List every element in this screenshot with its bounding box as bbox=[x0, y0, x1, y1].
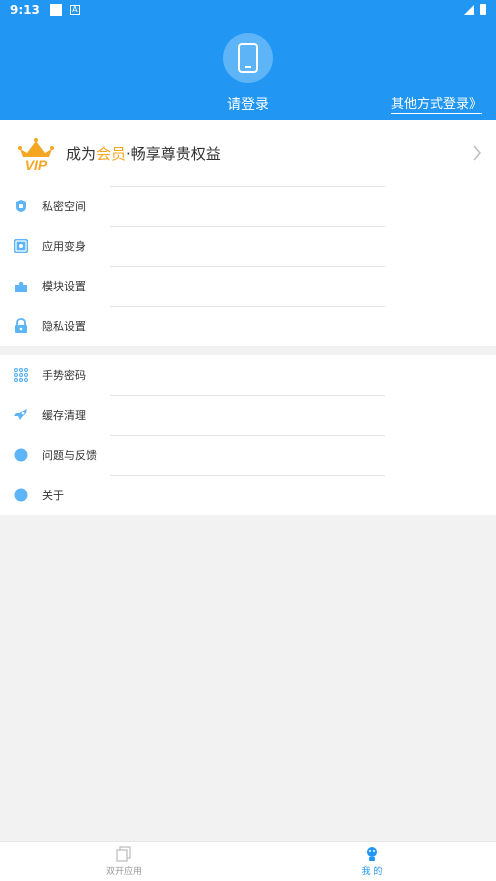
tab-profile[interactable]: 我 的 bbox=[332, 846, 412, 877]
tab-label: 我 的 bbox=[361, 867, 383, 877]
dual-apps-icon bbox=[116, 846, 131, 862]
divider bbox=[110, 226, 385, 227]
menu-label: 隐私设置 bbox=[42, 320, 86, 333]
menu-item-feedback[interactable]: 问题与反馈 bbox=[0, 435, 496, 475]
phone-icon bbox=[238, 43, 258, 73]
vip-text-prefix: 成为 bbox=[66, 145, 97, 163]
menu-group-main: 私密空间 应用变身 模块设置 隐私设置 bbox=[0, 186, 496, 346]
divider bbox=[110, 266, 385, 267]
divider bbox=[110, 475, 385, 476]
menu-item-gesture-password[interactable]: 手势密码 bbox=[0, 355, 496, 395]
menu-label: 关于 bbox=[42, 489, 64, 502]
vip-banner[interactable]: VIP 成为会员·畅享尊贵权益 bbox=[0, 120, 496, 186]
profile-header: 请登录 其他方式登录》 bbox=[0, 20, 496, 120]
menu-item-app-disguise[interactable]: 应用变身 bbox=[0, 226, 496, 266]
menu-item-privacy-settings[interactable]: 隐私设置 bbox=[0, 306, 496, 346]
vip-label: 成为会员·畅享尊贵权益 bbox=[66, 143, 221, 164]
divider bbox=[110, 306, 385, 307]
divider bbox=[110, 186, 385, 187]
notification-square-icon bbox=[49, 4, 62, 16]
status-time: 9:13 bbox=[10, 3, 40, 17]
other-login-link[interactable]: 其他方式登录》 bbox=[390, 93, 482, 114]
gesture-pattern-icon bbox=[13, 367, 29, 383]
menu-label: 私密空间 bbox=[42, 200, 86, 213]
vip-text-suffix: ·畅享尊贵权益 bbox=[126, 145, 221, 163]
vip-text-highlight: 会员 bbox=[96, 145, 127, 163]
battery-icon bbox=[480, 4, 486, 15]
menu-label: 缓存清理 bbox=[42, 409, 86, 422]
tab-dual-apps[interactable]: 双开应用 bbox=[84, 846, 164, 877]
bottom-nav: 双开应用 我 的 bbox=[0, 841, 496, 881]
signal-icon bbox=[464, 4, 474, 15]
profile-icon bbox=[367, 847, 377, 861]
menu-item-about[interactable]: 关于 bbox=[0, 475, 496, 515]
menu-label: 手势密码 bbox=[42, 369, 86, 382]
app-disguise-icon bbox=[13, 238, 29, 254]
menu-label: 模块设置 bbox=[42, 280, 86, 293]
private-space-icon bbox=[13, 198, 29, 214]
tab-label: 双开应用 bbox=[105, 867, 142, 877]
divider bbox=[110, 435, 385, 436]
notification-a-icon: A bbox=[69, 5, 80, 15]
privacy-lock-icon bbox=[13, 318, 29, 334]
menu-item-module-settings[interactable]: 模块设置 bbox=[0, 266, 496, 306]
feedback-icon bbox=[13, 447, 29, 463]
status-bar: 9:13 A bbox=[0, 0, 496, 20]
menu-item-cache-clean[interactable]: 缓存清理 bbox=[0, 395, 496, 435]
about-icon bbox=[13, 487, 29, 503]
menu-item-private-space[interactable]: 私密空间 bbox=[0, 186, 496, 226]
module-settings-icon bbox=[13, 278, 29, 294]
menu-label: 应用变身 bbox=[42, 240, 86, 253]
menu-label: 问题与反馈 bbox=[42, 449, 97, 462]
vip-badge-text: VIP bbox=[25, 157, 48, 171]
vip-crown-icon: VIP bbox=[18, 138, 54, 171]
avatar[interactable] bbox=[223, 33, 273, 83]
cache-clean-icon bbox=[13, 407, 29, 423]
chevron-right-icon bbox=[473, 145, 481, 161]
menu-group-secondary: 手势密码 缓存清理 问题与反馈 关于 bbox=[0, 355, 496, 515]
divider bbox=[110, 395, 385, 396]
